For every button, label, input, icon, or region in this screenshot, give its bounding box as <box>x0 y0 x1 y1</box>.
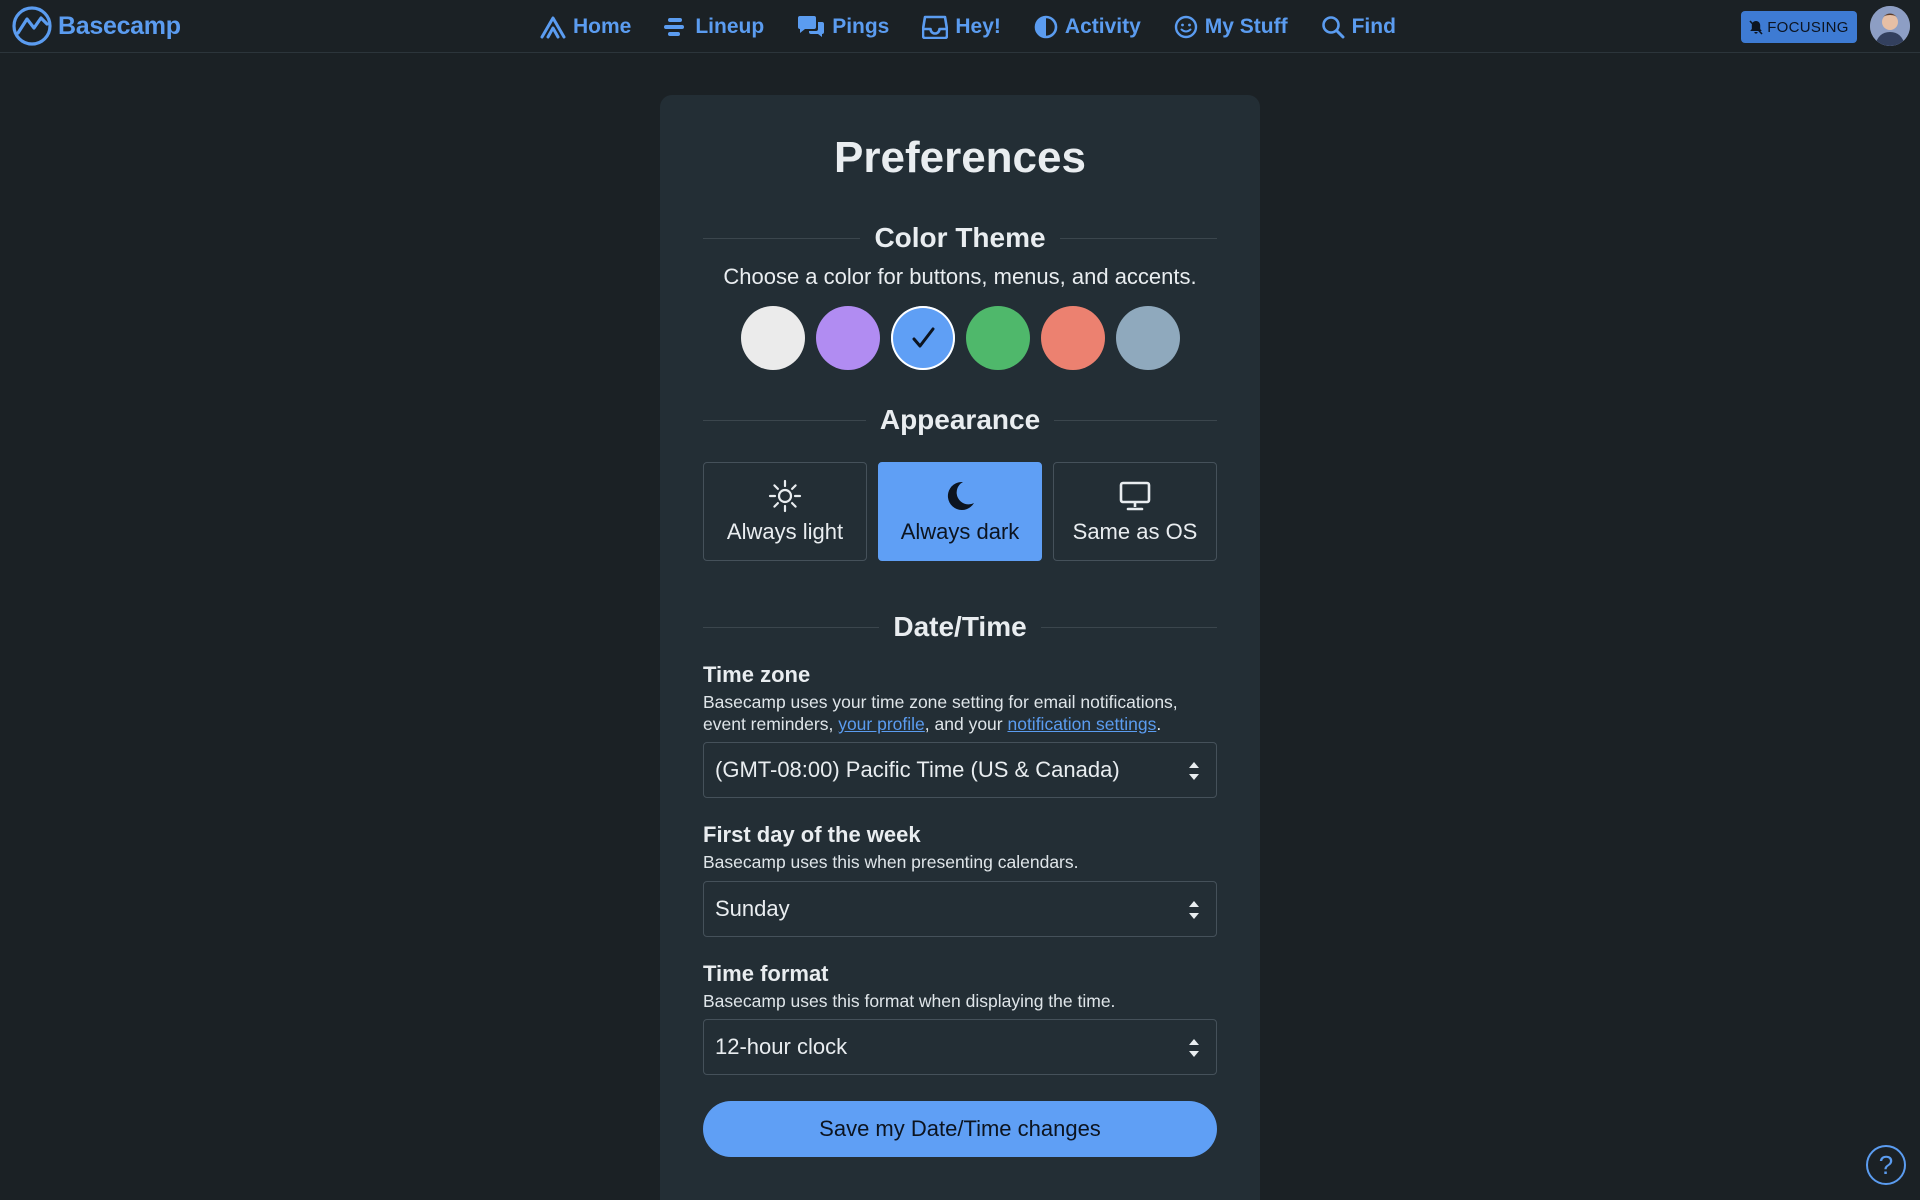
activity-icon <box>1034 15 1058 38</box>
time-zone-help-middle: , and your <box>924 714 1008 734</box>
time-zone-help-line2: event reminders, your profile, and your … <box>703 713 1223 735</box>
monitor-icon <box>1119 481 1151 510</box>
home-icon <box>540 16 566 38</box>
notification-settings-link[interactable]: notification settings <box>1007 714 1156 734</box>
swatch-red[interactable] <box>1041 306 1105 370</box>
focusing-badge[interactable]: FOCUSING <box>1741 11 1857 43</box>
swatch-green[interactable] <box>966 306 1030 370</box>
nav-hey-label: Hey! <box>955 14 1001 38</box>
lineup-icon <box>664 17 685 36</box>
nav-home[interactable]: Home <box>540 15 631 39</box>
appearance-same-as-os-label: Same as OS <box>1072 518 1198 544</box>
time-zone-select[interactable]: (GMT-08:00) Pacific Time (US & Canada) <box>703 742 1217 798</box>
avatar[interactable] <box>1870 6 1910 46</box>
nav-hey[interactable]: Hey! <box>922 15 1001 39</box>
datetime-heading-text: Date/Time <box>893 611 1027 642</box>
time-zone-help-line1: Basecamp uses your time zone setting for… <box>703 692 1178 712</box>
sun-icon <box>768 479 802 512</box>
brand-link[interactable]: Basecamp <box>10 6 181 46</box>
time-zone-help-prefix: event reminders, <box>703 714 839 734</box>
time-format-help: Basecamp uses this format when displayin… <box>703 991 1116 1011</box>
time-zone-value: (GMT-08:00) Pacific Time (US & Canada) <box>715 757 1120 782</box>
appearance-same-as-os[interactable]: Same as OS <box>1053 462 1217 561</box>
divider <box>703 626 880 628</box>
color-swatches <box>741 306 1180 370</box>
search-icon <box>1321 15 1345 38</box>
divider <box>1059 237 1218 239</box>
focusing-label: FOCUSING <box>1767 18 1849 36</box>
nav-my-stuff-label: My Stuff <box>1204 14 1288 38</box>
time-zone-label: Time zone <box>703 662 811 687</box>
nav-find-label: Find <box>1351 14 1396 38</box>
appearance-always-light[interactable]: Always light <box>703 462 867 561</box>
avatar-image <box>1870 6 1910 46</box>
nav-home-label: Home <box>573 14 632 38</box>
select-arrows-icon <box>1189 1039 1199 1057</box>
color-theme-subtitle: Choose a color for buttons, menus, and a… <box>723 264 1197 289</box>
page-title: Preferences <box>834 133 1086 182</box>
divider <box>703 419 866 421</box>
first-day-value: Sunday <box>715 896 790 921</box>
smiley-icon <box>1174 15 1197 38</box>
appearance-heading: Appearance <box>703 400 1218 440</box>
time-format-label: Time format <box>703 961 829 986</box>
appearance-always-dark[interactable]: Always dark <box>878 462 1042 561</box>
your-profile-link[interactable]: your profile <box>838 714 925 734</box>
save-datetime-button[interactable]: Save my Date/Time changes <box>703 1101 1217 1157</box>
select-arrows-icon <box>1189 901 1199 919</box>
datetime-heading: Date/Time <box>703 607 1218 647</box>
moon-icon <box>947 481 974 510</box>
nav-lineup[interactable]: Lineup <box>664 15 764 39</box>
swatch-gray[interactable] <box>741 306 805 370</box>
appearance-always-light-label: Always light <box>726 518 844 544</box>
divider <box>1040 626 1218 628</box>
first-day-label: First day of the week <box>703 822 921 847</box>
brand-name: Basecamp <box>58 11 181 40</box>
time-format-select[interactable]: 12-hour clock <box>703 1019 1217 1075</box>
divider <box>703 237 861 239</box>
nav-lineup-label: Lineup <box>695 14 765 38</box>
bell-off-icon <box>1749 19 1763 35</box>
appearance-options: Always light Always dark Same as OS <box>703 462 1217 561</box>
time-zone-help: Basecamp uses your time zone setting for… <box>703 691 1223 735</box>
divider <box>1054 419 1218 421</box>
nav-pings[interactable]: Pings <box>797 15 889 39</box>
nav-activity[interactable]: Activity <box>1034 15 1141 39</box>
nav-activity-label: Activity <box>1064 14 1141 38</box>
appearance-heading-text: Appearance <box>879 404 1041 435</box>
color-theme-heading-text: Color Theme <box>874 222 1046 253</box>
nav-pings-label: Pings <box>832 14 890 38</box>
first-day-help: Basecamp uses this when presenting calen… <box>703 852 1079 872</box>
swatch-purple[interactable] <box>816 306 880 370</box>
appearance-always-dark-label: Always dark <box>900 518 1020 544</box>
help-button[interactable]: ? <box>1866 1145 1906 1185</box>
time-zone-help-suffix: . <box>1156 714 1162 734</box>
time-format-value: 12-hour clock <box>715 1034 848 1059</box>
swatch-blue[interactable] <box>891 306 955 370</box>
basecamp-logo-icon <box>12 6 52 46</box>
first-day-select[interactable]: Sunday <box>703 881 1217 937</box>
inbox-icon <box>922 15 949 39</box>
color-theme-heading: Color Theme <box>703 218 1218 258</box>
check-icon <box>912 327 935 348</box>
swatch-slate[interactable] <box>1116 306 1180 370</box>
nav-my-stuff[interactable]: My Stuff <box>1174 15 1288 39</box>
nav-find[interactable]: Find <box>1321 15 1396 39</box>
main-nav: Home Lineup Pings Hey! Activity My Stuff… <box>540 0 1396 53</box>
top-nav-bar: Basecamp Home Lineup Pings Hey! Activity… <box>0 0 1920 53</box>
pings-icon <box>798 15 825 37</box>
select-arrows-icon <box>1189 762 1199 780</box>
